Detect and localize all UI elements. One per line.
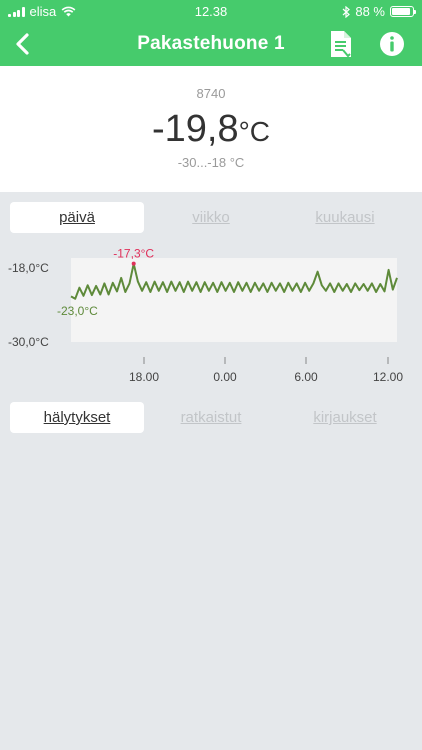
bluetooth-icon <box>342 5 351 18</box>
min-value-label: -23,0°C <box>57 304 98 318</box>
y-axis-bottom-label: -30,0°C <box>8 335 49 349</box>
x-axis-ticks: 18.00 0.00 6.00 12.00 <box>129 357 403 384</box>
x-tick-label: 18.00 <box>129 370 159 384</box>
chart-svg: -18,0°C -30,0°C 18.00 0.00 6.00 12.00 -1… <box>8 247 403 384</box>
temperature-chart: -18,0°C -30,0°C 18.00 0.00 6.00 12.00 -1… <box>0 238 422 388</box>
plot-area <box>71 258 397 342</box>
reading-panel: 8740 -19,8°C -30...-18 °C <box>0 66 422 192</box>
battery-percent: 88 % <box>355 4 385 19</box>
nav-bar: Pakastehuone 1 <box>0 22 422 66</box>
x-tick-label: 0.00 <box>213 370 237 384</box>
y-axis-top-label: -18,0°C <box>8 261 49 275</box>
battery-fill <box>392 8 410 15</box>
tab-logs[interactable]: kirjaukset <box>278 402 412 433</box>
report-icon[interactable] <box>328 30 354 58</box>
temperature-range: -30...-18 °C <box>177 155 245 170</box>
temperature-value: -19,8 <box>151 108 239 150</box>
status-bar-right: 88 % <box>342 4 416 19</box>
info-icon[interactable] <box>378 30 406 58</box>
battery-icon <box>390 6 416 17</box>
x-tick-label: 6.00 <box>294 370 318 384</box>
current-temperature: -19,8°C <box>0 108 422 151</box>
temperature-unit: °C <box>238 116 271 147</box>
tab-day[interactable]: päivä <box>10 202 144 233</box>
page-title: Pakastehuone 1 <box>137 33 285 54</box>
status-bar: elisa 12.38 88 % <box>0 0 422 22</box>
list-tabs: hälytykset ratkaistut kirjaukset <box>10 402 412 433</box>
tab-resolved[interactable]: ratkaistut <box>144 402 278 433</box>
max-point-marker <box>131 261 136 266</box>
max-value-label: -17,3°C <box>113 247 154 261</box>
period-tabs: päivä viikko kuukausi <box>10 202 412 233</box>
tab-month[interactable]: kuukausi <box>278 202 412 233</box>
x-tick-label: 12.00 <box>373 370 403 384</box>
tab-week[interactable]: viikko <box>144 202 278 233</box>
device-id: 8740 <box>196 86 226 101</box>
tab-alerts[interactable]: hälytykset <box>10 402 144 433</box>
